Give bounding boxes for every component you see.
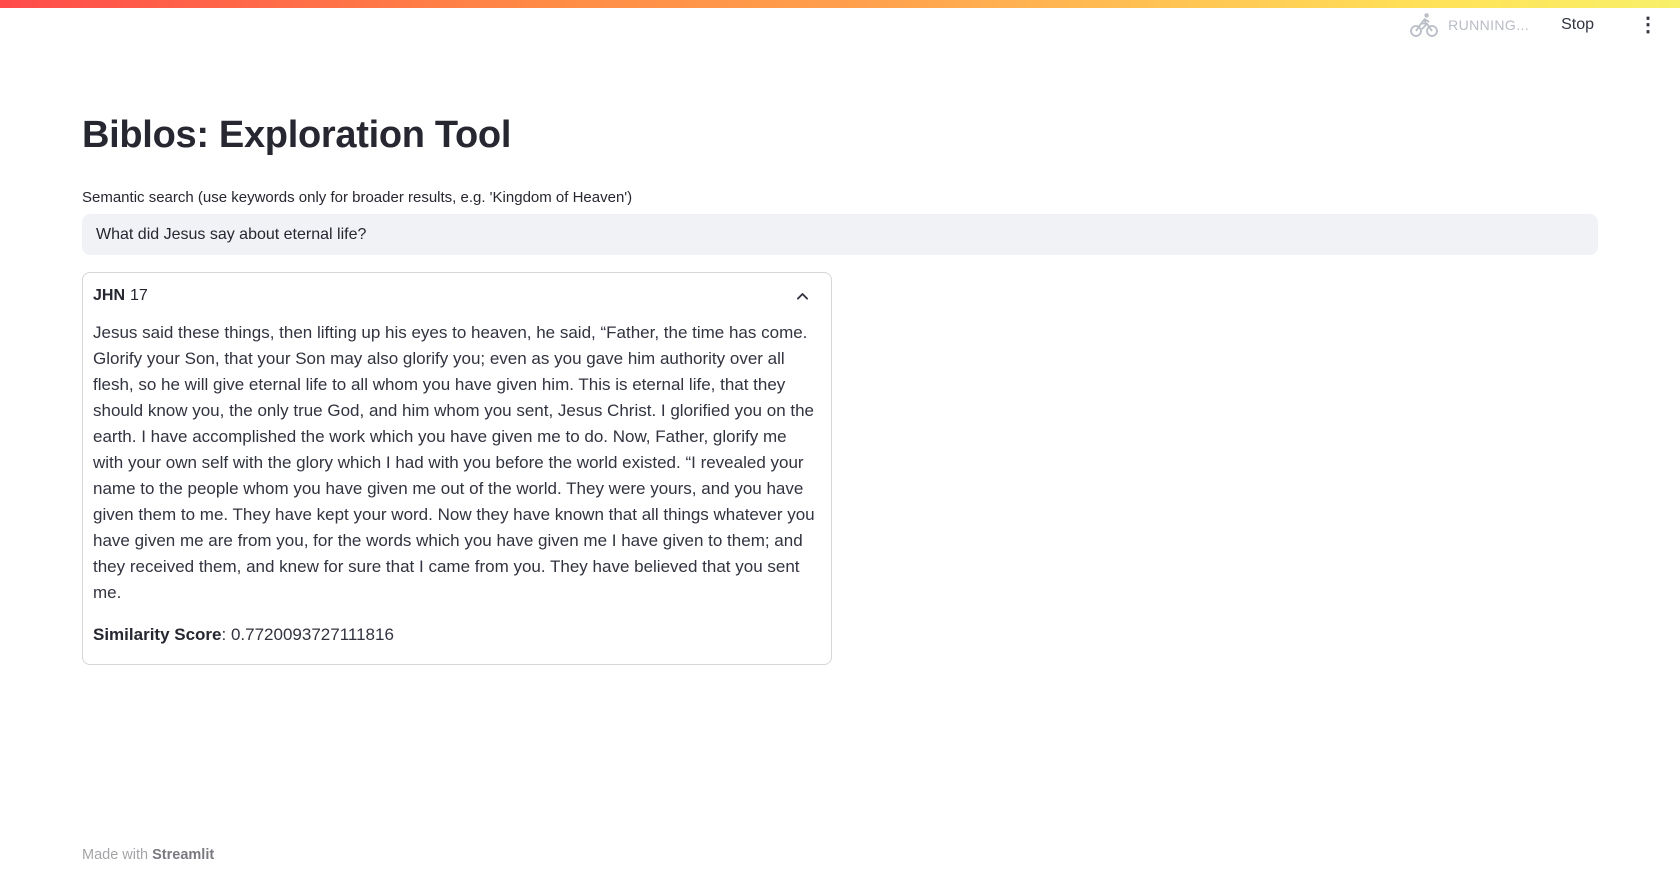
results-columns: JHN 17 Jesus said these things, then lif…	[82, 272, 1598, 665]
similarity-score-label: Similarity Score	[93, 625, 222, 644]
similarity-score-separator: :	[221, 625, 231, 644]
search-label: Semantic search (use keywords only for b…	[82, 189, 633, 206]
search-input[interactable]	[82, 214, 1598, 255]
result-card: JHN 17 Jesus said these things, then lif…	[82, 272, 832, 665]
result-book-code: JHN	[93, 287, 126, 304]
similarity-score: Similarity Score: 0.7720093727111816	[93, 622, 821, 648]
similarity-score-value: 0.7720093727111816	[230, 625, 394, 644]
footer-streamlit-link[interactable]: Streamlit	[152, 847, 214, 863]
result-expander-body: Jesus said these things, then lifting up…	[83, 317, 831, 664]
footer: Made with Streamlit	[82, 847, 214, 863]
result-chapter-number: 17	[130, 287, 148, 304]
main-content: Biblos: Exploration Tool Semantic search…	[82, 0, 1598, 665]
main-menu-button[interactable]: ⋮	[1634, 15, 1662, 35]
result-passage-text: Jesus said these things, then lifting up…	[93, 323, 815, 602]
results-column-right	[848, 272, 1598, 665]
kebab-menu-icon: ⋮	[1638, 14, 1658, 36]
page-title: Biblos: Exploration Tool	[82, 114, 512, 156]
footer-made-with-text: Made with	[82, 847, 153, 863]
chevron-up-icon[interactable]	[794, 288, 811, 305]
result-expander-header[interactable]: JHN 17	[83, 273, 831, 317]
